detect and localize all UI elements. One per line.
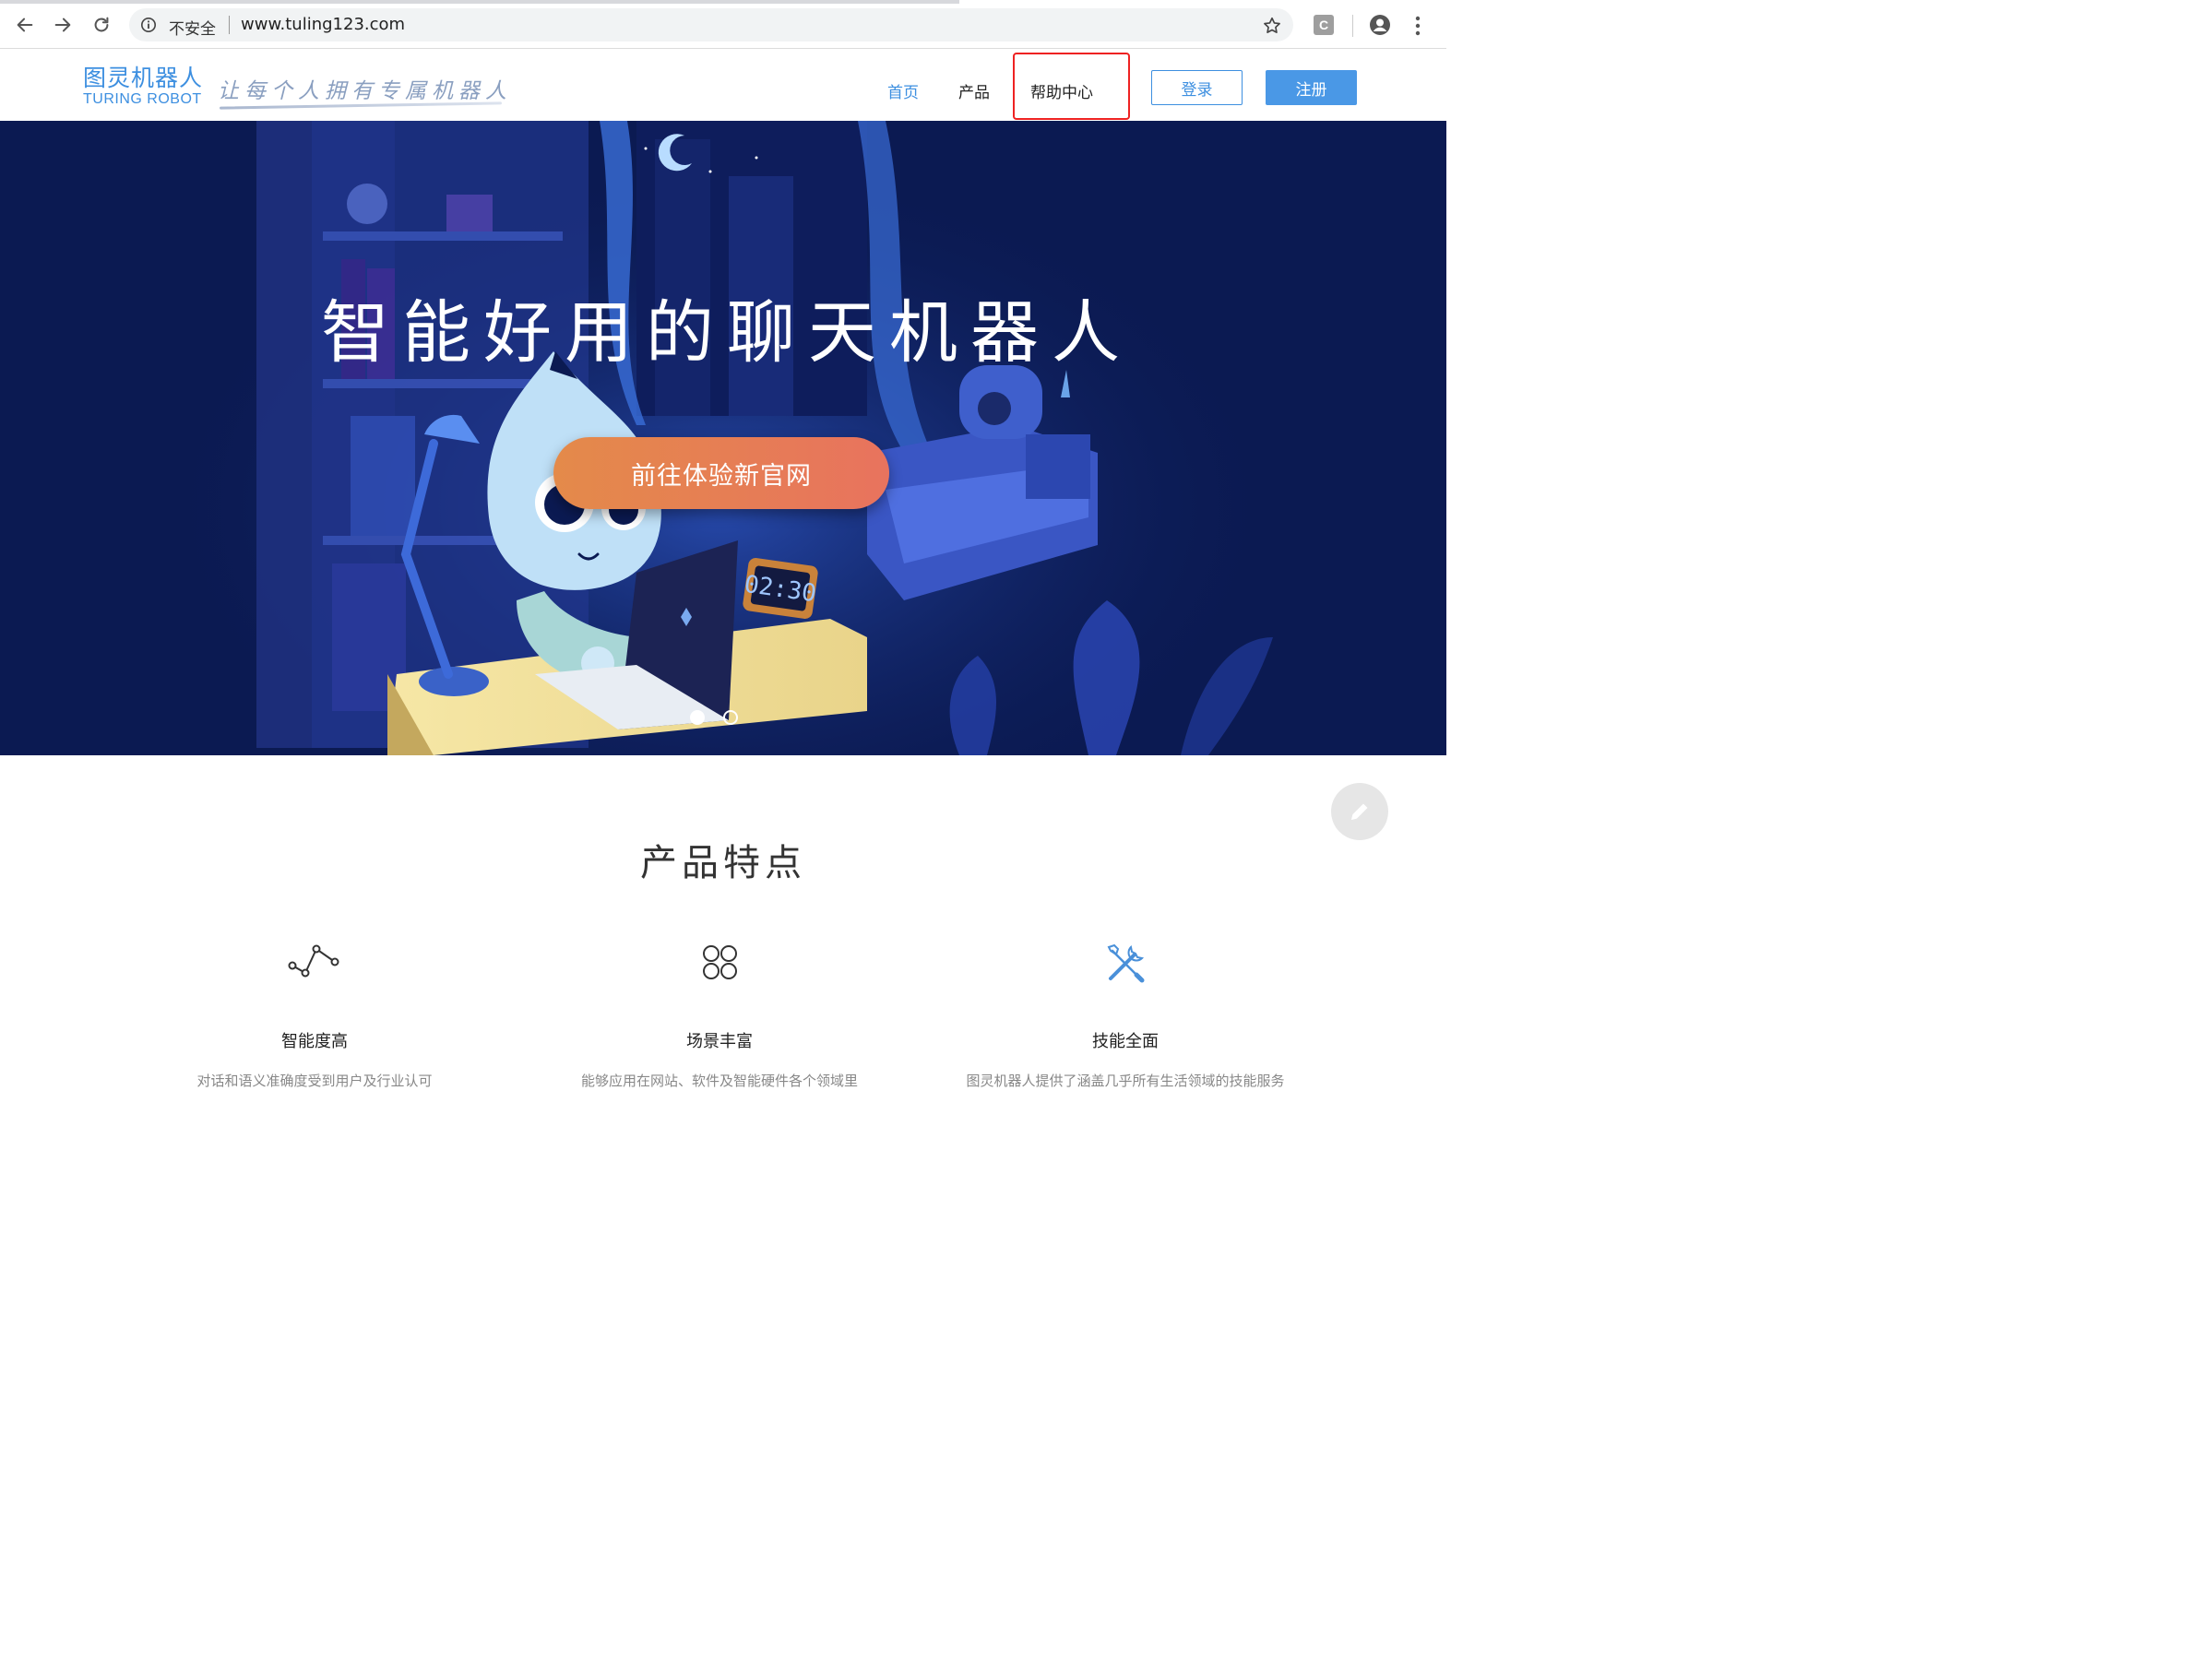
arrow-left-icon xyxy=(17,18,33,32)
feature-item: 场景丰富 能够应用在网站、软件及智能硬件各个领域里 xyxy=(517,936,922,1090)
feature-item: 技能全面 图灵机器人提供了涵盖几乎所有生活领域的技能服务 xyxy=(922,936,1328,1090)
nav-home[interactable]: 首页 xyxy=(887,79,919,102)
feature-description: 对话和语义准确度受到用户及行业认可 xyxy=(196,1073,433,1089)
feature-name: 智能度高 xyxy=(281,1032,348,1051)
bookmark-star-icon[interactable] xyxy=(1262,16,1282,36)
slogan: 让每个人拥有专属机器人 xyxy=(218,79,512,103)
help-center-highlight-box xyxy=(1013,53,1130,120)
login-button[interactable]: 登录 xyxy=(1151,70,1243,105)
back-button[interactable] xyxy=(11,11,39,39)
hero-title: 智能好用的聊天机器人 xyxy=(321,293,1133,373)
logo-chinese: 图灵机器人 xyxy=(83,65,204,91)
logo-english: TURING ROBOT xyxy=(83,91,202,107)
feature-name: 技能全面 xyxy=(1092,1032,1159,1051)
kebab-menu-icon[interactable] xyxy=(1411,15,1424,37)
extension-icon[interactable]: C xyxy=(1314,15,1334,35)
info-icon[interactable] xyxy=(140,17,157,33)
reload-icon xyxy=(94,17,109,32)
logo[interactable]: 图灵机器人 TURING ROBOT xyxy=(83,65,203,108)
hero-banner[interactable]: 02:30 智能好用的聊天机器人 前往体验新官网 xyxy=(0,121,1446,755)
tools-icon xyxy=(1107,943,1145,983)
register-button[interactable]: 注册 xyxy=(1266,70,1357,105)
address-separator xyxy=(229,16,230,34)
browser-toolbar: 不安全 www.tuling123.com C xyxy=(0,0,1446,49)
carousel-dot-2[interactable] xyxy=(723,710,738,725)
features-title: 产品特点 xyxy=(640,842,806,884)
arrow-right-icon xyxy=(54,18,71,32)
security-label[interactable]: 不安全 xyxy=(169,16,216,39)
toolbar-divider xyxy=(1352,15,1353,37)
url-text[interactable]: www.tuling123.com xyxy=(241,15,405,34)
address-bar[interactable]: 不安全 www.tuling123.com xyxy=(129,8,1293,42)
pencil-icon xyxy=(1351,803,1368,820)
line-chart-icon xyxy=(288,944,339,978)
reload-button[interactable] xyxy=(88,11,115,39)
alarm-clock: 02:30 xyxy=(743,558,818,619)
visit-new-site-button[interactable]: 前往体验新官网 xyxy=(553,437,889,509)
feature-item: 智能度高 对话和语义准确度受到用户及行业认可 xyxy=(112,936,517,1090)
feature-description: 能够应用在网站、软件及智能硬件各个领域里 xyxy=(580,1073,858,1089)
feature-name: 场景丰富 xyxy=(686,1032,753,1051)
edit-floating-button[interactable] xyxy=(1331,783,1388,840)
tab-strip xyxy=(0,0,959,4)
feature-description: 图灵机器人提供了涵盖几乎所有生活领域的技能服务 xyxy=(966,1073,1285,1089)
carousel-dot-1[interactable] xyxy=(690,710,705,725)
account-icon[interactable] xyxy=(1369,14,1391,36)
nav-product[interactable]: 产品 xyxy=(958,79,990,102)
grid-circles-icon xyxy=(703,945,737,979)
forward-button[interactable] xyxy=(49,11,77,39)
